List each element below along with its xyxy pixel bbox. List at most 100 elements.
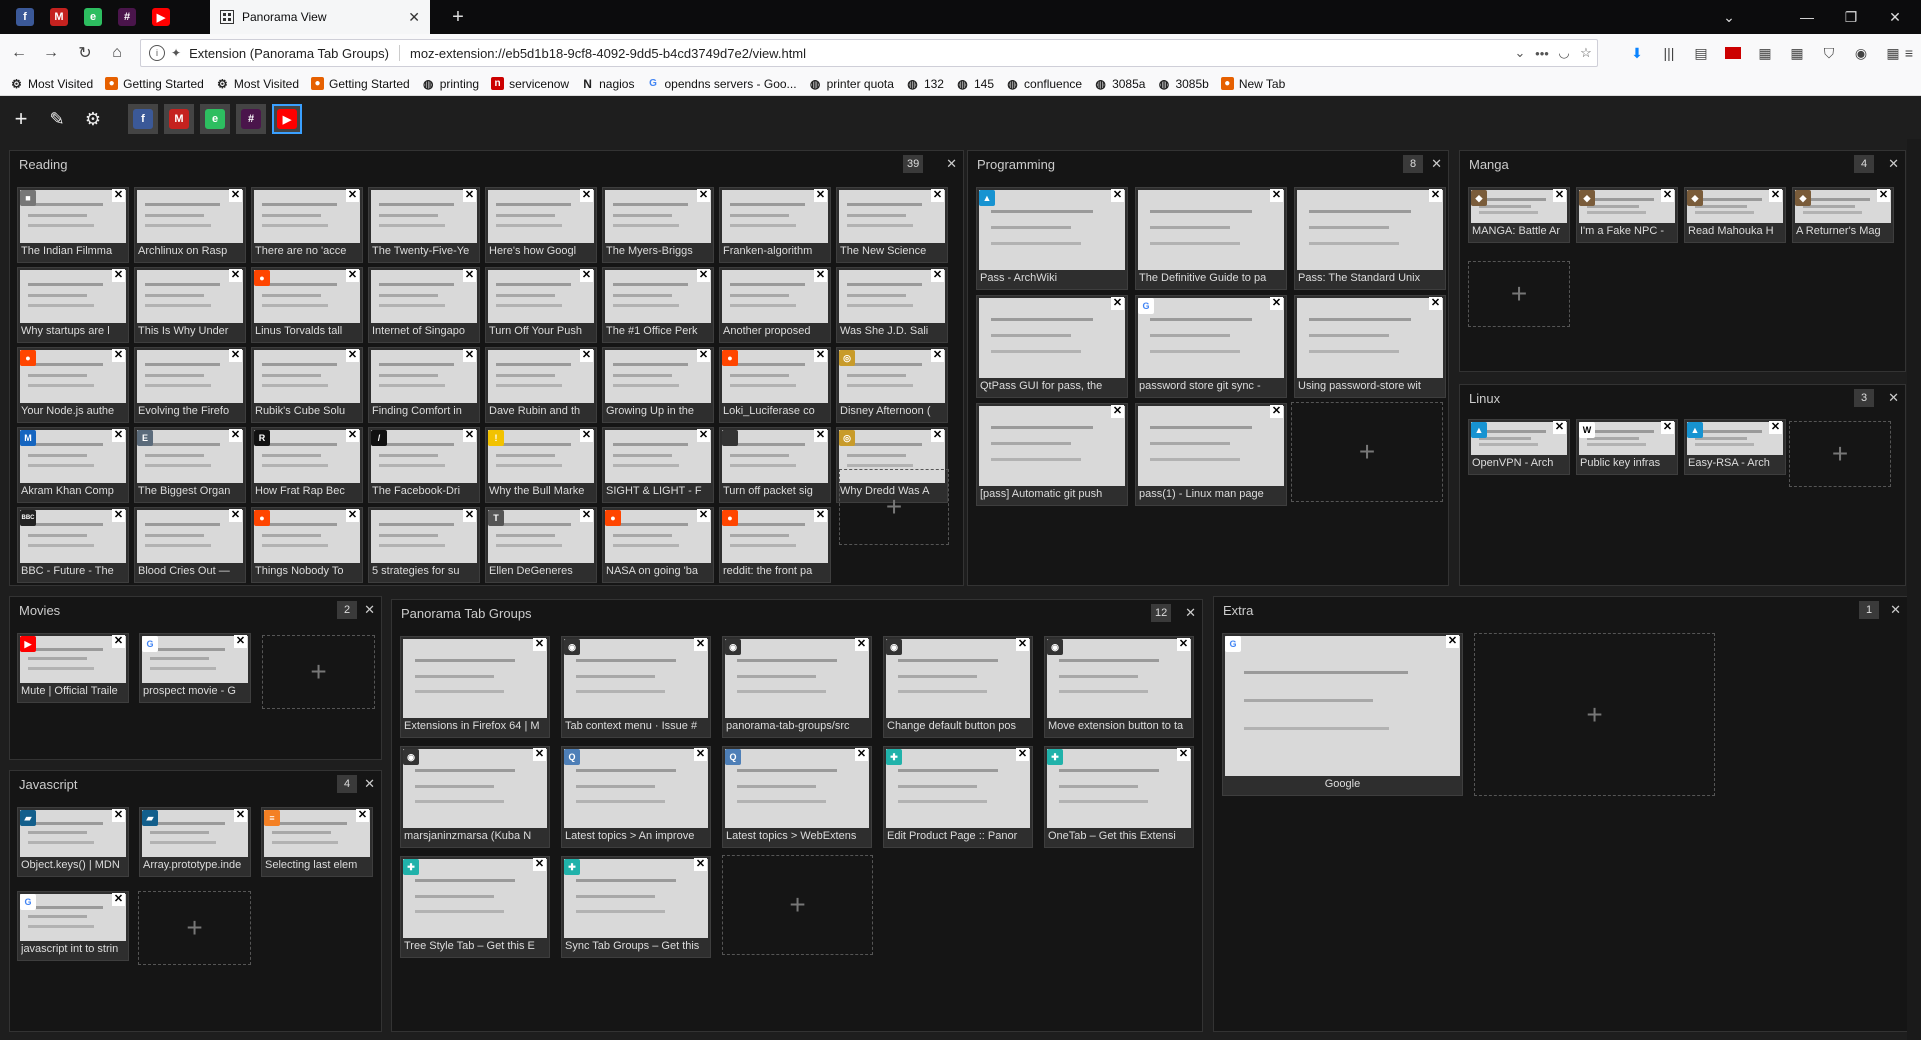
- tab-thumbnail[interactable]: G ✕ prospect movie - G: [139, 633, 251, 703]
- tab-thumbnail[interactable]: ✕ Internet of Singapo: [368, 267, 480, 343]
- tab-thumbnail[interactable]: ✚ ✕ OneTab – Get this Extensi: [1044, 746, 1194, 848]
- close-tab-icon[interactable]: ✕: [229, 269, 242, 282]
- tab-thumbnail[interactable]: ● ✕ Loki_Luciferase co: [719, 347, 831, 423]
- close-tab-icon[interactable]: ✕: [1111, 405, 1124, 418]
- tab-thumbnail[interactable]: ● ✕ Linus Torvalds tall: [251, 267, 363, 343]
- tab-thumbnail[interactable]: ! ✕ Why the Bull Marke: [485, 427, 597, 503]
- tab-thumbnail[interactable]: ✚ ✕ Edit Product Page :: Panor: [883, 746, 1033, 848]
- close-tab-icon[interactable]: ✕: [580, 189, 593, 202]
- tab-group-movies[interactable]: Movies 2 ✕ ▶ ✕ Mute | Official Traile G ✕ prospe…: [9, 596, 382, 760]
- close-group-icon[interactable]: ✕: [1888, 390, 1899, 406]
- tab-thumbnail[interactable]: ✕ Why startups are l: [17, 267, 129, 343]
- extension-button-1[interactable]: [1722, 42, 1744, 64]
- tab-thumbnail[interactable]: ✕ The Twenty-Five-Ye: [368, 187, 480, 263]
- tab-thumbnail[interactable]: ✚ ✕ Tree Style Tab – Get this E: [400, 856, 550, 958]
- tab-thumbnail[interactable]: ✕ This Is Why Under: [134, 267, 246, 343]
- close-tab-icon[interactable]: ✕: [1177, 638, 1190, 651]
- bookmark-item[interactable]: n servicenow: [491, 77, 569, 91]
- scrollbar[interactable]: [1907, 139, 1921, 1040]
- close-tab-icon[interactable]: ✕: [697, 509, 710, 522]
- tab-group-panorama-tab-groups[interactable]: Panorama Tab Groups 12 ✕ ✕ Extensions in Fir…: [391, 599, 1203, 1032]
- close-tab-icon[interactable]: ✕: [1429, 297, 1442, 310]
- extension-button-4[interactable]: ⛉: [1818, 42, 1840, 64]
- pinned-tab[interactable]: e: [76, 0, 110, 34]
- bookmark-item[interactable]: Nnagios: [581, 77, 634, 91]
- close-tab-icon[interactable]: ✕: [463, 269, 476, 282]
- settings-button[interactable]: ⚙: [80, 106, 106, 132]
- bookmark-item[interactable]: ● New Tab: [1220, 77, 1285, 91]
- tab-thumbnail[interactable]: G ✕ password store git sync -: [1135, 295, 1287, 398]
- close-tab-icon[interactable]: ✕: [814, 349, 827, 362]
- page-actions-icon[interactable]: •••: [1531, 42, 1553, 64]
- close-tab-icon[interactable]: ✕: [814, 429, 827, 442]
- pinned-tab-thumb[interactable]: ▶: [272, 104, 302, 134]
- close-tab-icon[interactable]: ✕: [112, 269, 125, 282]
- close-tab-icon[interactable]: ✕: [356, 809, 369, 822]
- pinned-tab[interactable]: ▶: [144, 0, 178, 34]
- tab-thumbnail[interactable]: ▲ ✕ OpenVPN - Arch: [1468, 419, 1570, 475]
- close-tab-icon[interactable]: ✕: [697, 349, 710, 362]
- info-icon[interactable]: i: [149, 45, 165, 61]
- close-tab-icon[interactable]: ✕: [931, 189, 944, 202]
- close-tab-icon[interactable]: ✕: [346, 349, 359, 362]
- tab-thumbnail[interactable]: ◉ ✕ Move extension button to ta: [1044, 636, 1194, 738]
- group-name[interactable]: Reading: [19, 157, 67, 172]
- tab-thumbnail[interactable]: ✕ The Myers-Briggs: [602, 187, 714, 263]
- tab-thumbnail[interactable]: ✕ QtPass GUI for pass, the: [976, 295, 1128, 398]
- close-tab-icon[interactable]: ✕: [234, 809, 247, 822]
- bookmark-item[interactable]: ◍ confluence: [1006, 77, 1082, 91]
- close-tab-icon[interactable]: ✕: [346, 509, 359, 522]
- new-tab-button[interactable]: +: [1468, 261, 1570, 327]
- tab-thumbnail[interactable]: Q ✕ Latest topics > WebExtens: [722, 746, 872, 848]
- close-group-icon[interactable]: ✕: [364, 602, 375, 618]
- home-button[interactable]: ⌂: [104, 40, 130, 66]
- close-tab-icon[interactable]: ✕: [1111, 189, 1124, 202]
- new-tab-button[interactable]: +: [839, 469, 949, 545]
- tab-thumbnail[interactable]: ✕ SIGHT & LIGHT - F: [602, 427, 714, 503]
- bookmark-item[interactable]: ◍ 3085b: [1157, 77, 1209, 91]
- tab-thumbnail[interactable]: ✕ 5 strategies for su: [368, 507, 480, 583]
- group-name[interactable]: Javascript: [19, 777, 78, 792]
- close-tab-icon[interactable]: ✕: [112, 349, 125, 362]
- list-all-tabs-button[interactable]: ⌄: [1707, 0, 1751, 34]
- bookmark-item[interactable]: ◍ 145: [956, 77, 994, 91]
- close-group-icon[interactable]: ✕: [946, 156, 957, 172]
- close-tab-icon[interactable]: ✕: [1769, 421, 1782, 434]
- tab-thumbnail[interactable]: ✕ There are no 'acce: [251, 187, 363, 263]
- tab-thumbnail[interactable]: ✕ Extensions in Firefox 64 | M: [400, 636, 550, 738]
- tab-thumbnail[interactable]: G ✕ Google: [1222, 633, 1463, 796]
- group-name[interactable]: Programming: [977, 157, 1055, 172]
- new-group-button[interactable]: +: [8, 106, 34, 132]
- tab-thumbnail[interactable]: ● ✕ Your Node.js authe: [17, 347, 129, 423]
- tab-thumbnail[interactable]: ◆ ✕ MANGA: Battle Ar: [1468, 187, 1570, 243]
- close-tab-icon[interactable]: ✕: [697, 269, 710, 282]
- tab-thumbnail[interactable]: T ✕ Ellen DeGeneres: [485, 507, 597, 583]
- close-tab-icon[interactable]: ✕: [694, 858, 707, 871]
- new-tab-button[interactable]: +: [138, 891, 251, 965]
- tab-thumbnail[interactable]: ▲ ✕ Easy-RSA - Arch: [1684, 419, 1786, 475]
- tab-thumbnail[interactable]: ✕ Rubik's Cube Solu: [251, 347, 363, 423]
- close-tab-icon[interactable]: ✕: [1446, 635, 1459, 648]
- close-tab-icon[interactable]: ✕: [1553, 421, 1566, 434]
- tab-thumbnail[interactable]: ✕ Finding Comfort in: [368, 347, 480, 423]
- tab-thumbnail[interactable]: ✕ Growing Up in the: [602, 347, 714, 423]
- tab-thumbnail[interactable]: ≡ ✕ Selecting last elem: [261, 807, 373, 877]
- tab-thumbnail[interactable]: ◆ ✕ A Returner's Mag: [1792, 187, 1894, 243]
- tab-thumbnail[interactable]: ✕ Turn off packet sig: [719, 427, 831, 503]
- back-button[interactable]: ←: [6, 40, 32, 66]
- restore-button[interactable]: ❐: [1829, 0, 1873, 34]
- tab-thumbnail[interactable]: ● ✕ Things Nobody To: [251, 507, 363, 583]
- close-tab-icon[interactable]: ✕: [229, 429, 242, 442]
- tab-thumbnail[interactable]: ✕ Turn Off Your Push: [485, 267, 597, 343]
- pinned-tab[interactable]: f: [8, 0, 42, 34]
- library-button[interactable]: |||: [1658, 42, 1680, 64]
- tab-thumbnail[interactable]: ✕ The New Science: [836, 187, 948, 263]
- close-tab-icon[interactable]: ✕: [1553, 189, 1566, 202]
- tab-thumbnail[interactable]: M ✕ Akram Khan Comp: [17, 427, 129, 503]
- close-tab-icon[interactable]: ✕: [855, 638, 868, 651]
- pinned-tab-thumb[interactable]: e: [200, 104, 230, 134]
- tab-thumbnail[interactable]: ▲ ✕ Pass - ArchWiki: [976, 187, 1128, 290]
- bookmark-item[interactable]: ● Getting Started: [105, 77, 204, 91]
- forward-button[interactable]: →: [38, 40, 64, 66]
- bookmark-item[interactable]: Gopendns servers - Goo...: [646, 77, 796, 91]
